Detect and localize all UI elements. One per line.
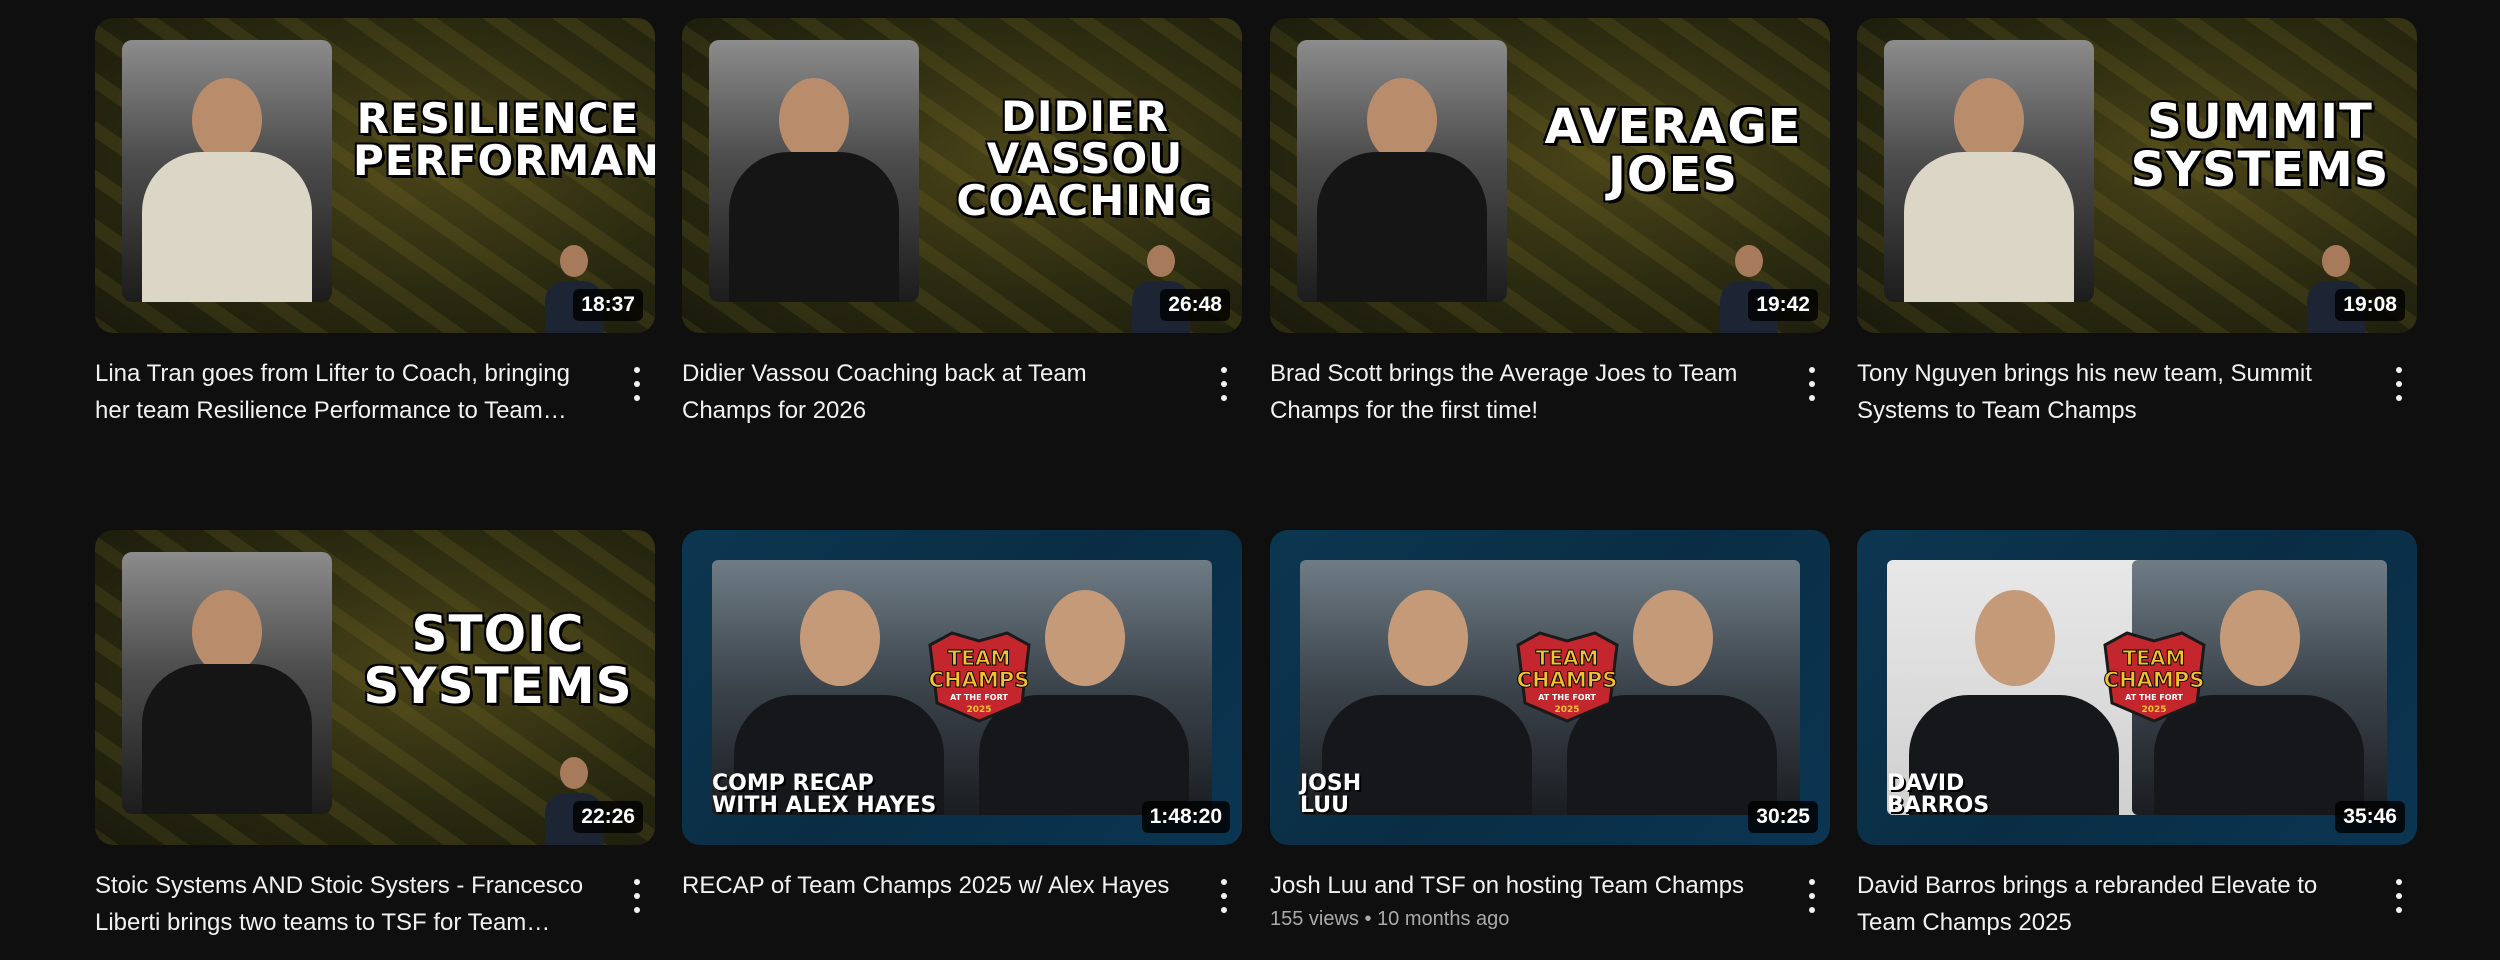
video-duration: 30:25 xyxy=(1748,801,1818,833)
thumbnail-overlay-text: Summit Systems xyxy=(2130,94,2390,198)
video-title[interactable]: Lina Tran goes from Lifter to Coach, bri… xyxy=(95,355,595,429)
team-champs-logo: TEAM CHAMPS AT THE FORT 2025 xyxy=(1516,631,1619,723)
more-vert-icon[interactable] xyxy=(627,879,647,913)
thumbnail-overlay-text: Comp Recap with Alex Hayes xyxy=(712,771,937,818)
video-title[interactable]: Didier Vassou Coaching back at Team Cham… xyxy=(682,355,1182,429)
video-thumbnail[interactable]: TEAM CHAMPS AT THE FORT 2025 Comp Recap … xyxy=(682,530,1242,845)
video-title[interactable]: Tony Nguyen brings his new team, Summit … xyxy=(1857,355,2357,429)
logo-text-fort: AT THE FORT xyxy=(2125,693,2183,702)
logo-text-champs: CHAMPS xyxy=(1517,668,1618,692)
logo-text-champs: CHAMPS xyxy=(929,668,1030,692)
thumbnail-overlay-text: Didier Vassou Coaching xyxy=(956,92,1214,225)
more-vert-icon[interactable] xyxy=(2389,879,2409,913)
logo-text-team: TEAM xyxy=(2123,646,2186,670)
thumbnail-photo xyxy=(709,40,919,302)
video-duration: 26:48 xyxy=(1160,289,1230,321)
more-vert-icon[interactable] xyxy=(2389,367,2409,401)
thumbnail-overlay-text: Stoic Systems xyxy=(363,605,633,715)
more-vert-icon[interactable] xyxy=(1802,879,1822,913)
upload-age: 10 months ago xyxy=(1377,908,1510,930)
more-vert-icon[interactable] xyxy=(1802,367,1822,401)
video-duration: 1:48:20 xyxy=(1141,801,1230,833)
video-title[interactable]: RECAP of Team Champs 2025 w/ Alex Hayes xyxy=(682,867,1182,904)
video-stats: 155 views • 10 months ago xyxy=(1270,908,1510,930)
view-count: 155 views xyxy=(1270,908,1359,930)
video-card[interactable]: TEAM CHAMPS AT THE FORT 2025 David Barro… xyxy=(1857,530,2417,941)
video-card[interactable]: TEAM CHAMPS AT THE FORT 2025 Comp Recap … xyxy=(682,530,1242,913)
logo-text-team: TEAM xyxy=(948,646,1011,670)
thumbnail-overlay-text: Average Joes xyxy=(1544,99,1802,203)
video-thumbnail[interactable]: TEAM CHAMPS AT THE FORT 2025 Josh Luu 30… xyxy=(1270,530,1830,845)
thumbnail-overlay-text: David Barros xyxy=(1887,771,1990,818)
logo-text-year: 2025 xyxy=(2141,705,2166,715)
thumbnail-overlay-text: Resilience Performance xyxy=(353,94,655,185)
thumbnail-photo xyxy=(122,40,332,302)
video-card[interactable]: Summit Systems 19:08 Tony Nguyen brings … xyxy=(1857,18,2417,429)
logo-text-year: 2025 xyxy=(1554,705,1579,715)
video-card[interactable]: Resilience Performance 18:37 Lina Tran g… xyxy=(95,18,655,429)
video-duration: 19:42 xyxy=(1748,289,1818,321)
team-champs-logo: TEAM CHAMPS AT THE FORT 2025 xyxy=(2103,631,2206,723)
video-card[interactable]: TEAM CHAMPS AT THE FORT 2025 Josh Luu 30… xyxy=(1270,530,1830,931)
logo-text-fort: AT THE FORT xyxy=(950,693,1008,702)
video-thumbnail[interactable]: Didier Vassou Coaching 26:48 xyxy=(682,18,1242,333)
thumbnail-photo xyxy=(122,552,332,814)
video-card[interactable]: Didier Vassou Coaching 26:48 Didier Vass… xyxy=(682,18,1242,429)
logo-text-team: TEAM xyxy=(1536,646,1599,670)
video-thumbnail[interactable]: Average Joes 19:42 xyxy=(1270,18,1830,333)
video-duration: 35:46 xyxy=(2335,801,2405,833)
video-thumbnail[interactable]: Summit Systems 19:08 xyxy=(1857,18,2417,333)
video-duration: 19:08 xyxy=(2335,289,2405,321)
thumbnail-overlay-text: Josh Luu xyxy=(1300,771,1362,818)
video-card[interactable]: Average Joes 19:42 Brad Scott brings the… xyxy=(1270,18,1830,429)
video-card[interactable]: Stoic Systems 22:26 Stoic Systems AND St… xyxy=(95,530,655,941)
video-thumbnail[interactable]: Resilience Performance 18:37 xyxy=(95,18,655,333)
thumbnail-photo xyxy=(1884,40,2094,302)
video-title[interactable]: Stoic Systems AND Stoic Systers - France… xyxy=(95,867,595,941)
video-title[interactable]: David Barros brings a rebranded Elevate … xyxy=(1857,867,2357,941)
more-vert-icon[interactable] xyxy=(1214,367,1234,401)
more-vert-icon[interactable] xyxy=(627,367,647,401)
video-thumbnail[interactable]: TEAM CHAMPS AT THE FORT 2025 David Barro… xyxy=(1857,530,2417,845)
thumbnail-photo xyxy=(1297,40,1507,302)
video-thumbnail[interactable]: Stoic Systems 22:26 xyxy=(95,530,655,845)
logo-text-year: 2025 xyxy=(966,705,991,715)
team-champs-logo: TEAM CHAMPS AT THE FORT 2025 xyxy=(928,631,1031,723)
video-title[interactable]: Josh Luu and TSF on hosting Team Champs xyxy=(1270,867,1770,904)
more-vert-icon[interactable] xyxy=(1214,879,1234,913)
video-duration: 18:37 xyxy=(573,289,643,321)
logo-text-fort: AT THE FORT xyxy=(1538,693,1596,702)
video-title[interactable]: Brad Scott brings the Average Joes to Te… xyxy=(1270,355,1770,429)
logo-text-champs: CHAMPS xyxy=(2104,668,2205,692)
video-duration: 22:26 xyxy=(573,801,643,833)
